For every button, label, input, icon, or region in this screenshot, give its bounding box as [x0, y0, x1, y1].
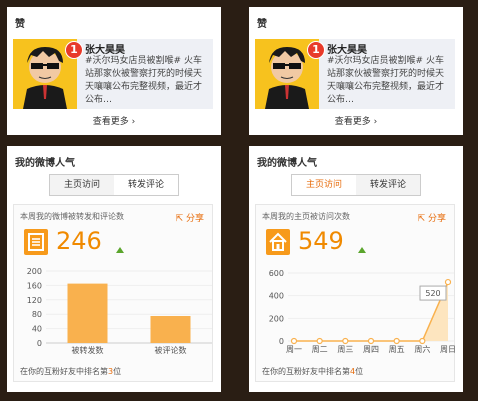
tab-homepage-visits[interactable]: 主页访问: [50, 175, 114, 195]
y-tick-label: 160: [27, 281, 42, 290]
y-tick-label: 200: [27, 267, 42, 276]
stat-value: 549: [298, 227, 344, 255]
tab-reposts-comments[interactable]: 转发评论: [356, 175, 420, 195]
x-tick-label: 被评论数: [155, 345, 187, 355]
bar: [67, 283, 108, 343]
y-tick-label: 200: [269, 314, 284, 323]
y-tick-label: 0: [279, 337, 284, 346]
share-button[interactable]: ⇱ 分享: [176, 211, 204, 224]
tab-homepage-visits[interactable]: 主页访问: [292, 175, 356, 195]
chevron-right-icon: ›: [131, 117, 136, 127]
chevron-right-icon: ›: [373, 117, 378, 127]
y-tick-label: 0: [37, 339, 42, 348]
y-tick-label: 120: [27, 296, 42, 305]
share-button[interactable]: ⇱ 分享: [418, 211, 446, 224]
tab-bar: 主页访问 转发评论: [291, 174, 421, 196]
user-name[interactable]: 张大昊昊: [85, 41, 125, 56]
stat-panel: 本周我的微博被转发和评论数 ⇱ 分享 246 0 40 80 120 160 200 被转发…: [13, 204, 213, 382]
praise-card: 赞 1 张大昊昊 #沃尔玛女店员被割喉# 火车站那家伙被警察打死的时候天天嚷嚷公…: [249, 7, 463, 135]
see-more-link[interactable]: 查看更多 ›: [249, 114, 463, 127]
card-title: 我的微博人气: [15, 158, 75, 169]
data-point: [419, 337, 426, 345]
document-icon: [24, 229, 48, 255]
card-title: 赞: [257, 19, 267, 30]
data-point: [393, 337, 400, 345]
popularity-card: 我的微博人气 主页访问 转发评论 本周我的微博被转发和评论数 ⇱ 分享 246 …: [7, 146, 221, 392]
praise-item[interactable]: 1 张大昊昊 #沃尔玛女店员被割喉# 火车站那家伙被警察打死的时候天天嚷嚷公布完…: [255, 39, 455, 109]
rank-prefix: 在你的互粉好友中排名第: [20, 367, 108, 376]
x-tick-label: 周日: [440, 345, 456, 354]
card-title: 赞: [15, 19, 25, 30]
rank-suffix: 位: [113, 367, 122, 376]
stat-value: 246: [56, 227, 102, 255]
visits-area-chart: 0 200 400 600 周一 周二 周三 周四 周五 周六 周日 520: [269, 269, 456, 354]
post-excerpt[interactable]: #沃尔玛女店员被割喉# 火车站那家伙被警察打死的时候天天嚷嚷公布完整视频，最近才…: [327, 55, 451, 107]
rank-prefix: 在你的互粉好友中排名第: [262, 367, 350, 376]
x-tick-label: 周一: [286, 345, 302, 354]
x-tick-label: 周三: [337, 345, 353, 354]
see-more-link[interactable]: 查看更多 ›: [7, 114, 221, 127]
notification-badge: 1: [307, 41, 325, 59]
stat-panel: 本周我的主页被访问次数 ⇱ 分享 549 0 200 400 600 周一 周二 周三 周四 周…: [255, 204, 456, 382]
bar: [150, 316, 191, 343]
share-label: 分享: [427, 214, 446, 224]
x-tick-label: 周四: [363, 345, 379, 354]
share-icon: ⇱: [417, 214, 426, 224]
trend-up-icon: [358, 247, 366, 253]
reposts-bar-chart: 0 40 80 120 160 200 被转发数 被评论数: [27, 267, 212, 355]
reposts-chart: 0 40 80 120 160 200 被转发数 被评论数: [18, 265, 212, 357]
y-tick-label: 80: [32, 310, 42, 319]
home-glyph: [269, 232, 287, 251]
popularity-card: 我的微博人气 主页访问 转发评论 本周我的主页被访问次数 ⇱ 分享 549 0 2…: [249, 146, 463, 392]
share-label: 分享: [185, 214, 204, 224]
see-more-label: 查看更多: [92, 117, 129, 127]
tooltip-value: 520: [425, 289, 440, 298]
x-tick-label: 周六: [414, 344, 430, 354]
home-icon: [266, 229, 290, 255]
see-more-label: 查看更多: [334, 117, 371, 127]
user-name[interactable]: 张大昊昊: [327, 41, 367, 56]
trend-up-icon: [116, 247, 124, 253]
y-tick-label: 40: [32, 325, 42, 334]
rank-suffix: 位: [355, 367, 364, 376]
notification-badge: 1: [65, 41, 83, 59]
stat-label: 本周我的主页被访问次数: [262, 212, 350, 221]
praise-card: 赞 1 张大昊昊 #沃尔玛女店员被割喉# 火车站那家伙被警察打死的时候天天嚷嚷公…: [7, 7, 221, 135]
data-point: [367, 337, 375, 345]
y-tick-label: 400: [269, 292, 284, 301]
x-tick-label: 周二: [312, 345, 328, 354]
tab-bar: 主页访问 转发评论: [49, 174, 179, 196]
document-glyph: [28, 233, 44, 251]
data-point: [316, 337, 323, 345]
x-tick-label: 周五: [389, 345, 405, 354]
share-icon: ⇱: [175, 214, 184, 224]
card-title: 我的微博人气: [257, 158, 317, 169]
rank-text: 在你的互粉好友中排名第3位: [20, 366, 121, 377]
rank-text: 在你的互粉好友中排名第4位: [262, 366, 363, 377]
visits-chart: 0 200 400 600 周一 周二 周三 周四 周五 周六 周日 520: [260, 265, 456, 357]
x-tick-label: 被转发数: [72, 345, 104, 355]
data-point: [290, 337, 298, 345]
tab-reposts-comments[interactable]: 转发评论: [114, 175, 178, 195]
stat-label: 本周我的微博被转发和评论数: [20, 212, 124, 221]
data-point: [444, 278, 452, 286]
post-excerpt[interactable]: #沃尔玛女店员被割喉# 火车站那家伙被警察打死的时候天天嚷嚷公布完整视频，最近才…: [85, 55, 209, 107]
data-point: [342, 337, 349, 345]
praise-item[interactable]: 1 张大昊昊 #沃尔玛女店员被割喉# 火车站那家伙被警察打死的时候天天嚷嚷公布完…: [13, 39, 213, 109]
y-tick-label: 600: [269, 269, 284, 278]
